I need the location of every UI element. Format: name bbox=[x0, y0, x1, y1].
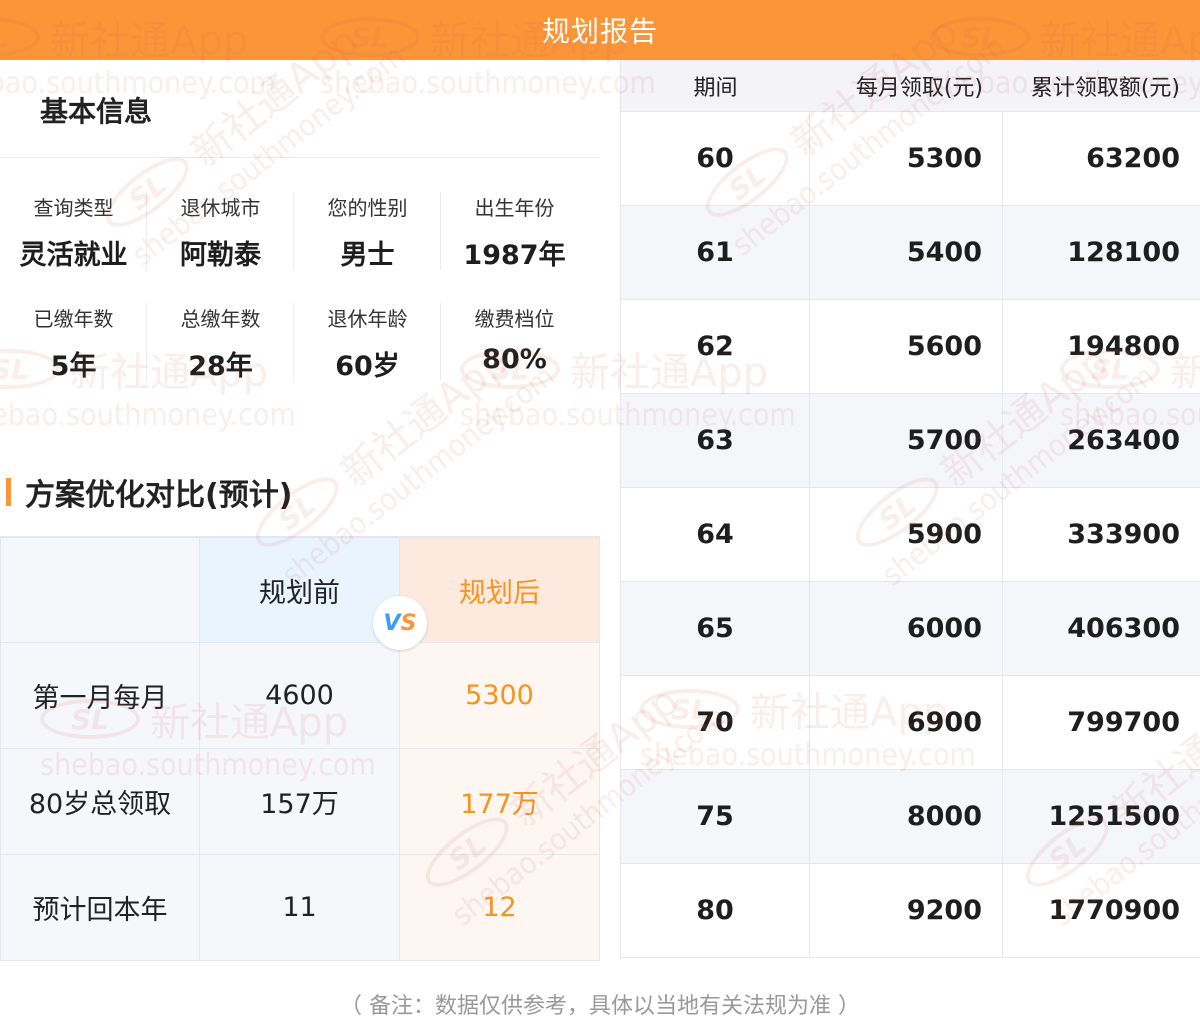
cell-cumulative: 333900 bbox=[1067, 519, 1180, 550]
cell-monthly: 5400 bbox=[810, 206, 1003, 299]
comparison-header-row: 规划前 规划后 bbox=[0, 538, 600, 643]
info-cell-birth-year: 出生年份 1987年 bbox=[441, 190, 588, 301]
cell-cumulative: 263400 bbox=[1067, 425, 1180, 456]
value-after: 5300 bbox=[400, 643, 600, 748]
header-after: 规划后 bbox=[400, 538, 600, 642]
comparison-heading: 方案优化对比(预计) bbox=[0, 470, 292, 514]
info-cell-retire-age: 退休年龄 60岁 bbox=[294, 301, 441, 412]
info-value: 阿勒泰 bbox=[180, 240, 261, 271]
table-header-row: 期间 每月领取(元) 累计领取额(元) bbox=[621, 60, 1200, 112]
info-label: 总缴年数 bbox=[180, 307, 261, 331]
info-cell-query-type: 查询类型 灵活就业 bbox=[0, 190, 147, 301]
table-row: 60 5300 63200 bbox=[621, 112, 1200, 206]
table-row: 80 9200 1770900 bbox=[621, 864, 1200, 958]
info-value: 60岁 bbox=[335, 351, 400, 382]
info-label: 您的性别 bbox=[327, 196, 408, 220]
vs-badge: VS bbox=[373, 596, 427, 650]
info-cell-paid-years: 已缴年数 5年 bbox=[0, 301, 147, 412]
info-value: 28年 bbox=[188, 351, 253, 382]
cell-period: 64 bbox=[621, 488, 810, 581]
cell-period: 65 bbox=[621, 582, 810, 675]
cell-monthly: 5300 bbox=[810, 112, 1003, 205]
info-value: 5年 bbox=[50, 351, 97, 382]
table-row: 65 6000 406300 bbox=[621, 582, 1200, 676]
value-before: 4600 bbox=[200, 643, 400, 748]
cell-monthly: 6000 bbox=[810, 582, 1003, 675]
cell-cumulative: 194800 bbox=[1067, 331, 1180, 362]
info-cell-contribution-level: 缴费档位 80% bbox=[441, 301, 588, 412]
comparison-header-blank bbox=[0, 538, 200, 642]
cell-period: 60 bbox=[621, 112, 810, 205]
info-row: 查询类型 灵活就业 退休城市 阿勒泰 您的性别 男士 出生年份 1987年 bbox=[0, 190, 588, 301]
table-row: 64 5900 333900 bbox=[621, 488, 1200, 582]
cell-period: 62 bbox=[621, 300, 810, 393]
cell-period: 63 bbox=[621, 394, 810, 487]
row-label: 预计回本年 bbox=[0, 855, 200, 960]
info-cell-retire-city: 退休城市 阿勒泰 bbox=[147, 190, 294, 301]
table-row: 75 8000 1251500 bbox=[621, 770, 1200, 864]
info-cell-gender: 您的性别 男士 bbox=[294, 190, 441, 301]
header-before: 规划前 bbox=[200, 538, 400, 642]
info-value: 80% bbox=[482, 344, 547, 375]
cell-period: 70 bbox=[621, 676, 810, 769]
cell-period: 75 bbox=[621, 770, 810, 863]
comparison-table: 规划前 规划后 第一月每月 4600 5300 80岁总领取 157万 177万… bbox=[0, 536, 600, 961]
table-row: 第一月每月 4600 5300 bbox=[0, 643, 600, 749]
cell-monthly: 5900 bbox=[810, 488, 1003, 581]
table-row: 63 5700 263400 bbox=[621, 394, 1200, 488]
comparison-title: 方案优化对比(预计) bbox=[25, 478, 293, 513]
footnote: （ 备注：数据仅供参考，具体以当地有关法规为准 ） bbox=[340, 994, 860, 1019]
table-row: 62 5600 194800 bbox=[621, 300, 1200, 394]
column-header-period: 期间 bbox=[693, 75, 738, 101]
vs-icon: VS bbox=[383, 610, 417, 636]
cell-cumulative: 406300 bbox=[1067, 613, 1180, 644]
cell-cumulative: 128100 bbox=[1067, 237, 1180, 268]
row-label: 第一月每月 bbox=[0, 643, 200, 748]
info-row: 已缴年数 5年 总缴年数 28年 退休年龄 60岁 缴费档位 80% bbox=[0, 301, 588, 412]
table-row: 61 5400 128100 bbox=[621, 206, 1200, 300]
accent-bar bbox=[6, 478, 11, 506]
info-label: 退休城市 bbox=[180, 196, 261, 220]
cell-cumulative: 63200 bbox=[1086, 143, 1180, 174]
column-header-cumulative: 累计领取额(元) bbox=[1030, 75, 1180, 101]
info-value: 男士 bbox=[340, 240, 395, 271]
page-title: 规划报告 bbox=[541, 15, 658, 48]
header-bar: 规划报告 bbox=[0, 0, 1200, 60]
info-label: 已缴年数 bbox=[33, 307, 114, 331]
value-after: 177万 bbox=[400, 749, 600, 854]
table-row: 预计回本年 11 12 bbox=[0, 855, 600, 961]
divider bbox=[0, 157, 600, 158]
table-body: 60 5300 63200 61 5400 128100 62 5600 194800 63 570… bbox=[621, 112, 1200, 958]
info-label: 查询类型 bbox=[33, 196, 114, 220]
cell-cumulative: 1251500 bbox=[1048, 801, 1180, 832]
info-label: 缴费档位 bbox=[474, 307, 555, 331]
value-before: 11 bbox=[200, 855, 400, 960]
info-value: 1987年 bbox=[463, 240, 566, 271]
info-label: 出生年份 bbox=[474, 196, 555, 220]
cell-monthly: 5700 bbox=[810, 394, 1003, 487]
cell-cumulative: 799700 bbox=[1067, 707, 1180, 738]
basic-info-title: 基本信息 bbox=[40, 95, 153, 128]
cell-monthly: 6900 bbox=[810, 676, 1003, 769]
column-header-monthly: 每月领取(元) bbox=[855, 75, 983, 101]
row-label: 80岁总领取 bbox=[0, 749, 200, 854]
value-after: 12 bbox=[400, 855, 600, 960]
cell-monthly: 9200 bbox=[810, 864, 1003, 957]
value-before: 157万 bbox=[200, 749, 400, 854]
pension-table: 期间 每月领取(元) 累计领取额(元) 60 5300 63200 61 5400 128… bbox=[620, 60, 1200, 960]
cell-period: 80 bbox=[621, 864, 810, 957]
table-row: 70 6900 799700 bbox=[621, 676, 1200, 770]
info-label: 退休年龄 bbox=[327, 307, 408, 331]
basic-info-grid: 查询类型 灵活就业 退休城市 阿勒泰 您的性别 男士 出生年份 1987年 已缴… bbox=[0, 190, 588, 412]
table-row: 80岁总领取 157万 177万 bbox=[0, 749, 600, 855]
cell-monthly: 8000 bbox=[810, 770, 1003, 863]
cell-period: 61 bbox=[621, 206, 810, 299]
info-value: 灵活就业 bbox=[19, 240, 128, 271]
watermark-url: shebao.southmoney.com bbox=[320, 66, 656, 101]
cell-cumulative: 1770900 bbox=[1048, 895, 1180, 926]
info-cell-total-years: 总缴年数 28年 bbox=[147, 301, 294, 412]
cell-monthly: 5600 bbox=[810, 300, 1003, 393]
